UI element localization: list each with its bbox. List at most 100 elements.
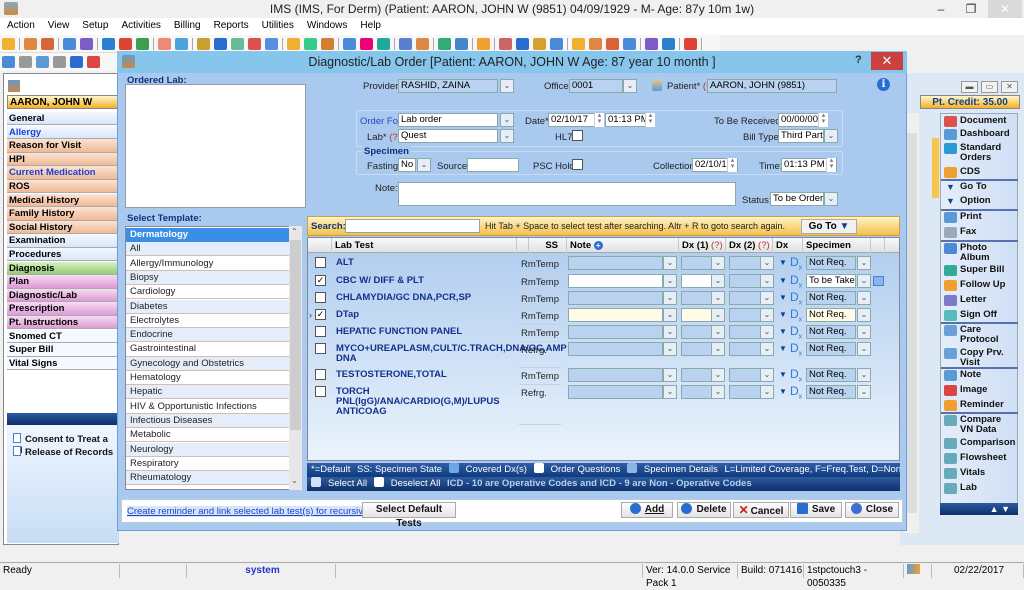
toolbar-button-icon[interactable] [63, 38, 76, 50]
scroll-up-icon[interactable]: ⌃ [291, 227, 298, 236]
test-checkbox[interactable] [315, 257, 326, 268]
nav-item-pt-instructions[interactable]: Pt. Instructions [7, 316, 119, 330]
toolbar-button-icon[interactable] [606, 38, 619, 50]
chevron-down-icon[interactable]: ⌄ [663, 308, 677, 322]
toolbar-button-icon[interactable] [321, 38, 334, 50]
menu-setup[interactable]: Setup [75, 18, 114, 31]
nav-item-super-bill[interactable]: Super Bill [7, 343, 119, 357]
specimen-select[interactable]: Not Req. [806, 325, 856, 339]
col-dx[interactable]: Dx [773, 238, 803, 253]
note-input[interactable] [568, 291, 663, 305]
chevron-down-icon[interactable]: ⌄ [711, 342, 725, 356]
test-checkbox[interactable] [315, 326, 326, 337]
bill-type-select[interactable]: Third Party [778, 129, 824, 143]
nav-item-hpi[interactable]: HPI [7, 152, 119, 167]
menu-reports[interactable]: Reports [207, 18, 255, 31]
col-specimen[interactable]: Specimen [803, 238, 871, 253]
hl7-checkbox[interactable] [572, 130, 583, 141]
template-item[interactable]: Cardiology [126, 285, 290, 300]
scroll-down-icon[interactable]: ⌄ [291, 476, 298, 485]
chevron-down-icon[interactable]: ⌄ [417, 158, 431, 172]
template-item[interactable]: Endocrine [126, 328, 290, 343]
toolbar-button-icon[interactable] [572, 38, 585, 50]
dx-lookup-icon[interactable]: Dx [790, 255, 802, 271]
mdi-restore-button[interactable]: ▭ [981, 81, 998, 93]
note-input[interactable] [568, 342, 663, 356]
toolbar-button-icon[interactable] [399, 38, 412, 50]
chevron-down-icon[interactable]: ⌄ [663, 256, 677, 270]
delete-button[interactable]: Delete [677, 502, 731, 518]
to-be-received-spinner[interactable]: ▴ ▾ [818, 112, 828, 127]
template-item[interactable]: Metabolic [126, 428, 290, 443]
chevron-down-icon[interactable]: ⌄ [711, 274, 725, 288]
toolbar-button-icon[interactable] [158, 38, 171, 50]
dx-lookup-icon[interactable]: Dx [790, 341, 802, 357]
toolbar-button-icon[interactable] [119, 38, 132, 50]
chevron-down-icon[interactable]: ⌄ [663, 385, 677, 399]
note-input[interactable] [398, 182, 736, 206]
toolbar-button-icon[interactable] [550, 38, 563, 50]
lab-select[interactable]: Quest [398, 129, 498, 143]
template-item[interactable]: Allergy/Immunology [126, 257, 290, 271]
chevron-down-icon[interactable]: ⌄ [663, 368, 677, 382]
chevron-down-icon[interactable]: ⌄ [857, 368, 871, 382]
toolbar-button-icon[interactable] [102, 38, 115, 50]
specimen-select[interactable]: Not Req. [806, 385, 856, 399]
chevron-down-icon[interactable]: ⌄ [760, 291, 774, 305]
chevron-down-icon[interactable]: ⌄ [711, 256, 725, 270]
toolbar-button-icon[interactable] [53, 56, 66, 68]
toolbar-button-icon[interactable] [499, 38, 512, 50]
dx-lookup-icon[interactable]: Dx [790, 324, 802, 340]
template-item[interactable]: Rheumatology [126, 471, 290, 486]
toolbar-button-icon[interactable] [136, 38, 149, 50]
toolbar-button-icon[interactable] [343, 38, 356, 50]
chevron-down-icon[interactable]: ⌄ [857, 291, 871, 305]
psc-hold-checkbox[interactable] [572, 159, 583, 170]
chevron-down-icon[interactable]: ⌄ [857, 385, 871, 399]
menu-view[interactable]: View [41, 18, 76, 31]
chevron-down-icon[interactable]: ⌄ [857, 308, 871, 322]
chevron-down-icon[interactable]: ⌄ [711, 368, 725, 382]
dx-dropdown-icon[interactable]: ▼ [779, 258, 787, 267]
collection-date-spinner[interactable]: ▴ ▾ [727, 157, 737, 172]
test-checkbox[interactable] [315, 343, 326, 354]
nav-item-snomed-ct[interactable]: Snomed CT [7, 329, 119, 343]
dx1-input[interactable] [681, 308, 713, 322]
dx-dropdown-icon[interactable]: ▼ [779, 276, 787, 285]
toolbar-button-icon[interactable] [19, 56, 32, 68]
dx-dropdown-icon[interactable]: ▼ [779, 327, 787, 336]
dx1-input[interactable] [681, 256, 713, 270]
col-ss[interactable]: SS [529, 238, 567, 253]
dx1-input[interactable] [681, 368, 713, 382]
col-dx2[interactable]: Dx (2) (?) [726, 238, 773, 253]
toolbar-button-icon[interactable] [41, 38, 54, 50]
nav-item-reason-for-visit[interactable]: Reason for Visit [7, 139, 119, 153]
chevron-down-icon[interactable]: ⌄ [760, 342, 774, 356]
chevron-down-icon[interactable]: ⌄ [663, 291, 677, 305]
nav-item-allergy[interactable]: Allergy [7, 125, 119, 139]
dx1-input[interactable] [681, 291, 713, 305]
dx-lookup-icon[interactable]: Dx [790, 367, 802, 383]
template-item[interactable]: Infectious Diseases [126, 413, 290, 429]
toolbar-button-icon[interactable] [36, 56, 49, 68]
menu-action[interactable]: Action [0, 18, 41, 31]
toolbar-button-icon[interactable] [248, 38, 261, 50]
toolbar-button-icon[interactable] [2, 38, 15, 50]
template-item[interactable]: Dermatology [126, 228, 290, 243]
template-item[interactable]: Gastrointestinal [126, 342, 290, 357]
toolbar-button-icon[interactable] [662, 38, 675, 50]
chevron-down-icon[interactable]: ⌄ [711, 385, 725, 399]
add-button[interactable]: Add [621, 502, 673, 518]
document-item[interactable]: Release of Records [13, 446, 113, 458]
test-checkbox[interactable] [315, 369, 326, 380]
dx-dropdown-icon[interactable]: ▼ [779, 310, 787, 319]
col-note[interactable]: Note + [567, 238, 679, 253]
search-input[interactable] [345, 219, 480, 233]
nav-item-diagnosis[interactable]: Diagnosis [7, 261, 119, 275]
nav-item-ros[interactable]: ROS [7, 180, 119, 194]
toolbar-button-icon[interactable] [175, 38, 188, 50]
chevron-down-icon[interactable]: ⌄ [500, 113, 514, 127]
toolbar-button-icon[interactable] [287, 38, 300, 50]
chevron-down-icon[interactable]: ⌄ [760, 256, 774, 270]
chevron-down-icon[interactable]: ⌄ [663, 325, 677, 339]
